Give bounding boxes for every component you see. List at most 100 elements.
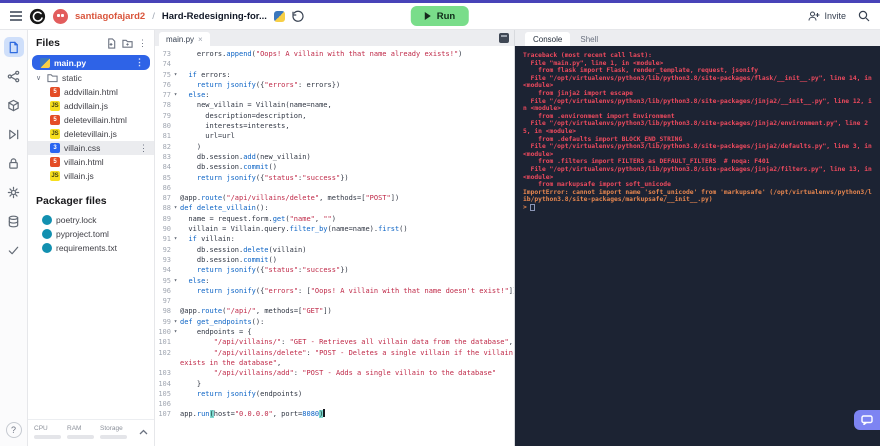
code-line-73[interactable]: 73 errors.append("Oops! A villain with t…: [155, 49, 514, 59]
fold-arrow-icon[interactable]: ▾: [171, 203, 180, 213]
fold-arrow-icon: [171, 337, 180, 347]
code-line-93[interactable]: 93 db.session.commit(): [155, 255, 514, 265]
rail-files-icon[interactable]: [3, 37, 24, 57]
code-line-104[interactable]: 104 }: [155, 379, 514, 389]
fold-arrow-icon[interactable]: ▾: [171, 327, 180, 337]
code-line-103[interactable]: 103 "/api/villains/add": "POST - Adds a …: [155, 368, 514, 378]
file-row-villain-html[interactable]: 5 villain.html: [28, 155, 154, 169]
file-row-villain-js[interactable]: JS villain.js: [28, 169, 154, 183]
code-line-102[interactable]: 102 "/api/villains/delete": "POST - Dele…: [155, 348, 514, 358]
code-line-99[interactable]: 99 ▾ def get_endpoints():: [155, 317, 514, 327]
history-icon[interactable]: [292, 10, 304, 22]
file-row-deletevillain-html[interactable]: 5 deletevillain.html: [28, 113, 154, 127]
close-tab-icon[interactable]: ×: [198, 35, 203, 44]
code-line-75[interactable]: 75 ▾ if errors:: [155, 70, 514, 80]
console-cursor: [529, 204, 535, 212]
fold-arrow-icon[interactable]: ▾: [171, 317, 180, 327]
rail-settings-gear-icon[interactable]: [4, 182, 24, 202]
code-line-105[interactable]: 105 return jsonify(endpoints): [155, 389, 514, 399]
code-line-84[interactable]: 84 db.session.commit(): [155, 162, 514, 172]
code-line-96[interactable]: 96 return jsonify({"errors": ["Oops! A v…: [155, 286, 514, 296]
line-number: 95: [162, 276, 171, 285]
packager-row-requirements-txt[interactable]: requirements.txt: [28, 241, 154, 255]
line-number: 84: [162, 163, 171, 172]
code-text: return jsonify(endpoints): [196, 389, 303, 398]
file-kebab-icon[interactable]: ⋮: [139, 143, 148, 154]
code-line-97[interactable]: 97: [155, 296, 514, 306]
line-number: 88: [162, 204, 171, 213]
username[interactable]: santiagofajard2: [75, 11, 145, 22]
file-row-main-py[interactable]: main.py ⋮: [32, 55, 150, 70]
code-line-107[interactable]: 107 app.run(host="0.0.0.0", port=8080): [155, 409, 514, 419]
file-row-deletevillain-js[interactable]: JS deletevillain.js: [28, 127, 154, 141]
code-line-77[interactable]: 77 ▾ else:: [155, 90, 514, 100]
help-button[interactable]: ?: [5, 422, 22, 438]
replit-logo-icon[interactable]: [29, 8, 46, 25]
invite-button[interactable]: Invite: [808, 11, 846, 21]
code-line-80[interactable]: 80 interests=interests,: [155, 121, 514, 131]
code-line-85[interactable]: 85 return jsonify({"status":"success"}): [155, 173, 514, 183]
rail-packages-icon[interactable]: [4, 95, 24, 115]
code-line-79[interactable]: 79 description=description,: [155, 111, 514, 121]
file-row-addvillain-js[interactable]: JS addvillain.js: [28, 99, 154, 113]
search-icon[interactable]: [858, 10, 870, 22]
code-line-81[interactable]: 81 url=url: [155, 131, 514, 141]
console-tab-shell[interactable]: Shell: [572, 32, 606, 46]
console-line: from .filters import FILTERS as DEFAULT_…: [523, 158, 770, 166]
console-output[interactable]: Traceback (most recent call last): File …: [515, 46, 880, 446]
fold-arrow-icon[interactable]: ▾: [171, 70, 180, 80]
code-line-76[interactable]: 76 return jsonify({"errors": errors}): [155, 80, 514, 90]
code-line-83[interactable]: 83 db.session.add(new_villain): [155, 152, 514, 162]
console-tab-console[interactable]: Console: [525, 32, 571, 46]
file-kebab-icon[interactable]: ⋮: [135, 57, 144, 68]
code-line-82[interactable]: 82 ): [155, 142, 514, 152]
code-line-95[interactable]: 95 ▾ else:: [155, 276, 514, 286]
editor-layout-icon[interactable]: [499, 33, 509, 43]
files-menu-kebab-icon[interactable]: ⋮: [138, 38, 147, 49]
console-prompt-line[interactable]: >: [523, 204, 874, 212]
run-button[interactable]: Run: [410, 6, 470, 26]
rail-secrets-lock-icon[interactable]: [4, 153, 24, 173]
code-line-87[interactable]: 87 @app.route("/api/villains/delete", met…: [155, 193, 514, 203]
code-line-78[interactable]: 78 new_villain = Villain(name=name,: [155, 100, 514, 110]
new-folder-icon[interactable]: [122, 38, 133, 49]
line-number: 78: [162, 101, 171, 110]
code-line-94[interactable]: 94 return jsonify({"status":"success"}): [155, 265, 514, 275]
file-row-addvillain-html[interactable]: 5 addvillain.html: [28, 85, 154, 99]
code-line-98[interactable]: 98 @app.route("/api/", methods=["GET"]): [155, 306, 514, 316]
code-editor[interactable]: 73 errors.append("Oops! A villain with t…: [155, 46, 514, 446]
packager-row-pyproject-toml[interactable]: pyproject.toml: [28, 227, 154, 241]
new-file-icon[interactable]: [106, 37, 117, 49]
fold-arrow-icon[interactable]: ▾: [171, 234, 180, 244]
code-line-91[interactable]: 91 ▾ if villain:: [155, 234, 514, 244]
code-line-100[interactable]: 100 ▾ endpoints = {: [155, 327, 514, 337]
code-line-106[interactable]: 106: [155, 399, 514, 409]
code-line-101[interactable]: 101 "/api/villains/": "GET - Retrieves a…: [155, 337, 514, 347]
code-line-88[interactable]: 88 ▾ def delete_villain():: [155, 203, 514, 213]
code-text: db.session.commit(): [180, 255, 277, 264]
code-line-90[interactable]: 90 villain = Villain.query.filter_by(nam…: [155, 224, 514, 234]
meters-expand-chevron-icon[interactable]: [139, 429, 148, 435]
rail-version-control-icon[interactable]: [4, 66, 24, 86]
chat-bubble-button[interactable]: [854, 410, 880, 430]
packager-row-poetry-lock[interactable]: poetry.lock: [28, 213, 154, 227]
chevron-down-icon[interactable]: ∨: [36, 74, 43, 82]
code-line-86[interactable]: 86: [155, 183, 514, 193]
rail-database-icon[interactable]: [4, 211, 24, 231]
meter-track: [67, 435, 94, 439]
fold-arrow-icon[interactable]: ▾: [171, 90, 180, 100]
tab-main-py[interactable]: main.py ×: [159, 32, 210, 46]
rail-checks-icon[interactable]: [4, 240, 24, 260]
fold-arrow-icon[interactable]: ▾: [171, 276, 180, 286]
file-row-villain-css[interactable]: 3 villain.css ⋮: [28, 141, 154, 155]
hamburger-menu-icon[interactable]: [10, 11, 22, 21]
avatar[interactable]: [53, 8, 68, 24]
code-line-92[interactable]: 92 db.session.delete(villain): [155, 245, 514, 255]
code-line-89[interactable]: 89 name = request.form.get("name", ""): [155, 214, 514, 224]
code-line-wrap[interactable]: exists in the database",: [155, 358, 514, 368]
code-line-74[interactable]: 74: [155, 59, 514, 69]
fold-arrow-icon: [171, 296, 180, 306]
file-row-static[interactable]: ∨ static: [28, 71, 154, 85]
rail-shell-run-icon[interactable]: [4, 124, 24, 144]
repl-name[interactable]: Hard-Redesigning-for...: [162, 11, 267, 22]
